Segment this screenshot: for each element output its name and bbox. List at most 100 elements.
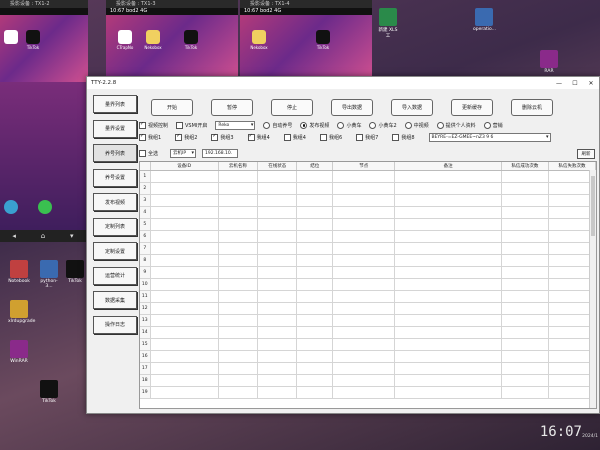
update-cache-button[interactable]: 更新缓存: [451, 99, 493, 116]
table-cell[interactable]: [333, 375, 396, 386]
device-select[interactable]: BEYRE-=EZ-GMEE~nZ3 9 6: [428, 133, 551, 142]
table-cell[interactable]: [219, 315, 259, 326]
vertical-scrollbar[interactable]: [589, 170, 596, 408]
table-cell[interactable]: [333, 363, 396, 374]
column-header[interactable]: 私信成功次数: [502, 162, 549, 170]
table-cell[interactable]: [502, 303, 549, 314]
table-cell[interactable]: [502, 255, 549, 266]
table-cell[interactable]: [219, 291, 259, 302]
tiktok-app[interactable]: TikTok: [24, 30, 42, 50]
sidebar-item-custom-settings[interactable]: 定制设置: [93, 242, 137, 260]
sidebar-item-publish-video[interactable]: 发布视频: [93, 193, 137, 211]
select-all-checkbox[interactable]: 全选: [139, 150, 158, 157]
stop-button[interactable]: 停止: [271, 99, 313, 116]
table-cell[interactable]: [333, 183, 396, 194]
checkbox-group-3[interactable]: 我组3: [211, 133, 234, 141]
column-header[interactable]: 备注: [395, 162, 502, 170]
nekobox-app[interactable]: Nekobox: [250, 30, 268, 50]
desktop-icon-xls[interactable]: 新建 XLS工: [377, 8, 399, 39]
table-cell[interactable]: [219, 351, 259, 362]
table-cell[interactable]: [297, 219, 334, 230]
table-row[interactable]: 10: [140, 279, 596, 291]
phone-app[interactable]: [2, 30, 20, 45]
table-row[interactable]: 7: [140, 243, 596, 255]
column-header[interactable]: 节点: [333, 162, 396, 170]
table-row[interactable]: 18: [140, 375, 596, 387]
table-cell[interactable]: [219, 303, 259, 314]
table-row[interactable]: 16: [140, 351, 596, 363]
table-cell[interactable]: [333, 327, 396, 338]
desktop-icon-notebook[interactable]: Notebook: [8, 260, 30, 284]
table-cell[interactable]: [258, 183, 298, 194]
table-cell[interactable]: [502, 267, 549, 278]
table-row[interactable]: 13: [140, 315, 596, 327]
checkbox-group-5[interactable]: 我组4: [283, 134, 306, 141]
radio-profile[interactable]: 提供个人资料: [436, 122, 476, 129]
table-cell[interactable]: [333, 303, 396, 314]
checkbox[interactable]: [139, 121, 146, 129]
maximize-button[interactable]: ☐: [567, 80, 583, 87]
table-cell[interactable]: [219, 339, 259, 350]
table-cell[interactable]: [333, 231, 396, 242]
table-row[interactable]: 4: [140, 207, 596, 219]
radio-marketing[interactable]: 营销: [483, 122, 503, 129]
table-cell[interactable]: [151, 171, 219, 182]
table-cell[interactable]: [395, 243, 502, 254]
sidebar-item-data-collection[interactable]: 数据采集: [93, 291, 137, 309]
table-cell[interactable]: [297, 291, 334, 302]
table-cell[interactable]: [258, 279, 298, 290]
table-cell[interactable]: [395, 303, 502, 314]
table-cell[interactable]: [395, 183, 502, 194]
table-cell[interactable]: [395, 171, 502, 182]
table-cell[interactable]: [333, 279, 396, 290]
table-cell[interactable]: [258, 351, 298, 362]
table-cell[interactable]: [333, 171, 396, 182]
table-cell[interactable]: [258, 339, 298, 350]
table-cell[interactable]: [219, 327, 259, 338]
minimize-button[interactable]: —: [551, 80, 567, 87]
table-row[interactable]: 15: [140, 339, 596, 351]
mode-select[interactable]: Reko: [215, 121, 256, 130]
table-cell[interactable]: [219, 375, 259, 386]
table-cell[interactable]: [151, 183, 219, 194]
table-cell[interactable]: [502, 183, 549, 194]
sidebar-item-volume-settings[interactable]: 量界设置: [93, 119, 137, 138]
table-cell[interactable]: [502, 219, 549, 230]
table-cell[interactable]: [219, 363, 259, 374]
table-cell[interactable]: [502, 279, 549, 290]
table-cell[interactable]: [297, 267, 334, 278]
radio-cart[interactable]: 小黄车: [337, 122, 361, 129]
table-cell[interactable]: [333, 291, 396, 302]
table-cell[interactable]: [395, 387, 502, 398]
column-header[interactable]: 云机名称: [219, 162, 259, 170]
table-cell[interactable]: [333, 387, 396, 398]
table-cell[interactable]: [395, 363, 502, 374]
tiktok-app[interactable]: TikTok: [314, 30, 332, 50]
table-cell[interactable]: [258, 255, 298, 266]
table-cell[interactable]: [395, 255, 502, 266]
checkbox[interactable]: [176, 122, 184, 129]
table-row[interactable]: 5: [140, 219, 596, 231]
table-cell[interactable]: [219, 243, 259, 254]
table-cell[interactable]: [258, 375, 298, 386]
table-cell[interactable]: [219, 171, 259, 182]
table-cell[interactable]: [151, 303, 219, 314]
table-cell[interactable]: [502, 195, 549, 206]
table-cell[interactable]: [502, 243, 549, 254]
table-cell[interactable]: [502, 171, 549, 182]
table-cell[interactable]: [258, 207, 298, 218]
table-row[interactable]: 12: [140, 303, 596, 315]
table-cell[interactable]: [151, 315, 219, 326]
table-cell[interactable]: [297, 339, 334, 350]
table-cell[interactable]: [395, 267, 502, 278]
table-cell[interactable]: [258, 327, 298, 338]
checkbox-group-4[interactable]: 我组4: [247, 133, 270, 141]
table-cell[interactable]: [151, 339, 219, 350]
table-cell[interactable]: [258, 231, 298, 242]
table-cell[interactable]: [333, 339, 396, 350]
table-cell[interactable]: [333, 255, 396, 266]
table-cell[interactable]: [151, 327, 219, 338]
table-cell[interactable]: [395, 219, 502, 230]
table-cell[interactable]: [395, 339, 502, 350]
table-cell[interactable]: [502, 327, 549, 338]
